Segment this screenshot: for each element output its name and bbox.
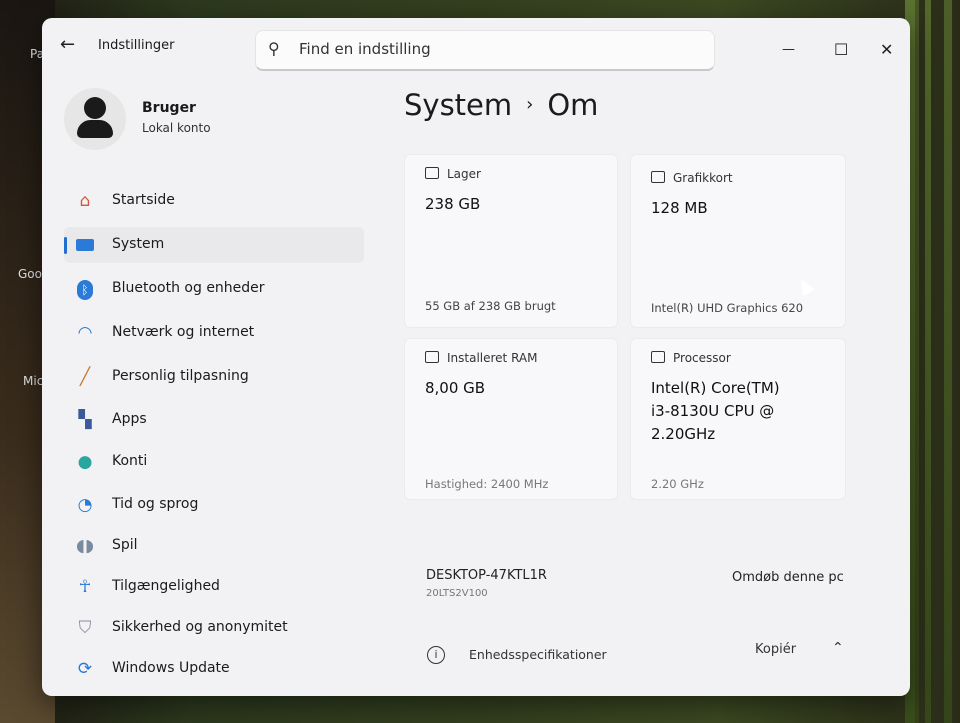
graphics-detail: Intel(R) UHD Graphics 620	[651, 301, 804, 315]
update-icon: ⟳	[77, 659, 93, 679]
search-input[interactable]: Find en indstilling	[299, 40, 431, 58]
home-icon: ⌂	[79, 191, 91, 211]
info-icon: i	[427, 646, 445, 664]
sidebar-item-apps[interactable]: ▚ Apps	[64, 402, 364, 438]
ram-value: 8,00 GB	[425, 379, 486, 397]
copy-button[interactable]: Kopiér	[755, 642, 796, 657]
sidebar-item-label: Tilgængelighed	[112, 578, 220, 594]
storage-icon	[425, 167, 439, 179]
user-name: Bruger	[142, 100, 196, 116]
sidebar-item-label: Bluetooth og enheder	[112, 280, 265, 296]
ram-detail: Hastighed: 2400 MHz	[425, 477, 549, 491]
breadcrumb: System › Om	[404, 88, 598, 122]
sidebar-item-label: Sikkerhed og anonymitet	[112, 619, 288, 635]
processor-icon	[651, 351, 665, 363]
avatar	[64, 88, 126, 150]
sidebar-item-label: Konti	[112, 453, 148, 469]
active-indicator	[64, 237, 67, 254]
close-button[interactable]: ✕	[880, 40, 893, 59]
back-arrow-icon[interactable]: ←	[60, 34, 75, 55]
chevron-up-icon[interactable]: ⌃	[832, 640, 844, 656]
device-specs-title: Enhedsspecifikationer	[469, 647, 607, 662]
ram-card-label: Installeret RAM	[425, 351, 538, 365]
sidebar-item-label: Startside	[112, 192, 175, 208]
sidebar-item-label: Windows Update	[112, 660, 230, 676]
bluetooth-icon: ᛒ	[74, 278, 96, 300]
sidebar-item-label: Apps	[112, 411, 147, 427]
sidebar-item-bluetooth[interactable]: ᛒ Bluetooth og enheder	[64, 271, 364, 307]
sidebar-item-accessibility[interactable]: ☥ Tilgængelighed	[64, 569, 364, 605]
sidebar-item-network[interactable]: ◠ Netværk og internet	[64, 315, 364, 351]
sidebar-item-gaming[interactable]: ◖◗ Spil	[64, 528, 364, 564]
sidebar-item-windows-update[interactable]: ⟳ Windows Update	[64, 651, 364, 687]
system-icon	[74, 234, 96, 256]
brush-icon: ╱	[79, 367, 91, 387]
apps-icon: ▚	[78, 410, 92, 430]
storage-detail: 55 GB af 238 GB brugt	[425, 299, 556, 313]
wifi-icon: ◠	[77, 323, 93, 343]
gamepad-icon: ◖◗	[76, 536, 94, 556]
processor-card-label: Processor	[651, 351, 731, 365]
app-title: Indstillinger	[98, 38, 175, 53]
breadcrumb-current: Om	[547, 88, 599, 122]
sidebar-item-startside[interactable]: ⌂ Startside	[64, 183, 364, 219]
storage-card-label: Lager	[425, 167, 481, 181]
processor-card[interactable]: Processor Intel(R) Core(TM) i3-8130U CPU…	[630, 338, 846, 500]
sidebar-item-accounts[interactable]: ● Konti	[64, 444, 364, 480]
sidebar-item-personalization[interactable]: ╱ Personlig tilpasning	[64, 359, 364, 395]
storage-value: 238 GB	[425, 195, 481, 213]
settings-window: ← Indstillinger ⚲ Find en indstilling — …	[42, 18, 910, 696]
account-icon: ●	[77, 452, 93, 472]
graphics-value: 128 MB	[651, 199, 708, 217]
sidebar-item-label: Netværk og internet	[112, 324, 255, 340]
sidebar-item-label: Personlig tilpasning	[112, 368, 249, 384]
sidebar-item-time-language[interactable]: ◔ Tid og sprog	[64, 487, 364, 523]
sidebar-item-label: System	[112, 236, 165, 252]
title-bar: ← Indstillinger ⚲ Find en indstilling — …	[42, 18, 910, 80]
device-name: DESKTOP-47KTL1R	[426, 568, 547, 583]
sidebar-item-privacy[interactable]: ⛉ Sikkerhed og anonymitet	[64, 610, 364, 646]
search-icon: ⚲	[268, 39, 280, 58]
shield-icon: ⛉	[78, 618, 92, 638]
sidebar-item-label: Spil	[112, 537, 138, 553]
ram-card[interactable]: Installeret RAM 8,00 GB Hastighed: 2400 …	[404, 338, 618, 500]
graphics-card-icon	[651, 171, 665, 183]
rename-pc-button[interactable]: Omdøb denne pc	[732, 570, 844, 585]
minimize-button[interactable]: —	[782, 42, 795, 57]
graphics-card-label: Grafikkort	[651, 171, 733, 185]
breadcrumb-parent[interactable]: System	[404, 88, 512, 122]
accessibility-icon: ☥	[78, 577, 92, 597]
graphics-card[interactable]: Grafikkort 128 MB Intel(R) UHD Graphics …	[630, 154, 846, 328]
account-type: Lokal konto	[142, 121, 211, 135]
sidebar-item-system[interactable]: System	[64, 227, 364, 263]
globe-clock-icon: ◔	[77, 495, 93, 515]
maximize-button[interactable]: ☐	[834, 40, 848, 59]
processor-detail: 2.20 GHz	[651, 477, 704, 491]
search-box[interactable]: ⚲ Find en indstilling	[255, 30, 715, 71]
ram-icon	[425, 351, 439, 363]
sidebar-item-label: Tid og sprog	[112, 496, 199, 512]
storage-card[interactable]: Lager 238 GB 55 GB af 238 GB brugt	[404, 154, 618, 328]
device-model: 20LTS2V100	[426, 588, 488, 599]
breadcrumb-separator: ›	[526, 94, 534, 115]
processor-value: Intel(R) Core(TM) i3-8130U CPU @ 2.20GHz	[651, 379, 780, 443]
